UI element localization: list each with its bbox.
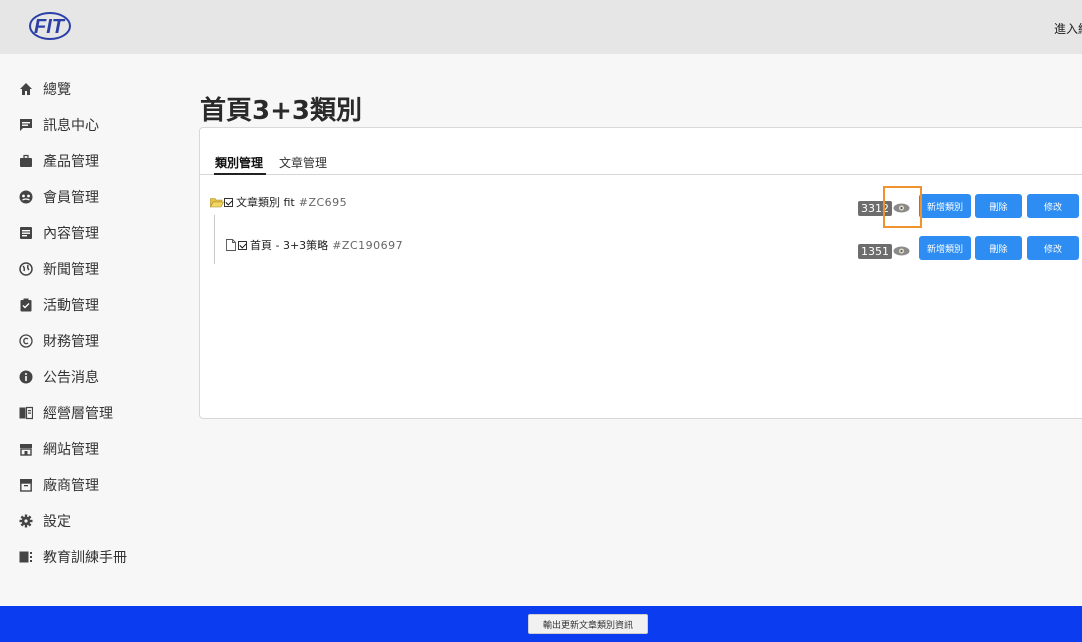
category-card: 類別管理 文章管理 文章類別 fit #ZC695 首頁 - 3+3策略 #ZC… xyxy=(199,127,1082,419)
sidebar-item-label: 廠商管理 xyxy=(43,478,99,494)
delete-button[interactable]: 刪除 xyxy=(975,236,1022,260)
copyright-icon xyxy=(19,334,33,348)
export-category-info-button[interactable]: 輸出更新文章類別資訊 xyxy=(528,614,648,634)
sidebar-item-label: 訊息中心 xyxy=(43,118,99,134)
sidebar-item-label: 教育訓練手冊 xyxy=(43,550,127,566)
book-icon xyxy=(19,406,33,420)
store-icon xyxy=(20,444,32,456)
delete-button[interactable]: 刪除 xyxy=(975,194,1022,218)
sidebar-item-messages[interactable]: 訊息中心 xyxy=(0,107,182,143)
archive-icon xyxy=(20,479,32,492)
briefcase-icon xyxy=(20,154,32,167)
sidebar-item-label: 設定 xyxy=(43,514,71,530)
clipboard-check-icon xyxy=(20,298,32,312)
tree-node-code: #ZC695 xyxy=(298,195,348,209)
sidebar-item-label: 總覽 xyxy=(43,82,71,98)
footer-bar: 輸出更新文章類別資訊 xyxy=(0,606,1082,642)
article-count-badge: 1351 xyxy=(858,244,892,259)
view-eye-icon[interactable] xyxy=(893,246,910,256)
add-category-button[interactable]: 新增類別 xyxy=(919,194,971,218)
sidebar-item-label: 網站管理 xyxy=(43,442,99,458)
sidebar-item-news[interactable]: 新聞管理 xyxy=(0,251,182,287)
active-tab-indicator xyxy=(214,173,266,175)
edit-button[interactable]: 修改 xyxy=(1027,236,1079,260)
add-category-button[interactable]: 新增類別 xyxy=(919,236,971,260)
sidebar-item-management[interactable]: 經營層管理 xyxy=(0,395,182,431)
main-content: 首頁3+3類別 類別管理 文章管理 文章類別 fit #ZC695 首頁 - 3… xyxy=(182,54,1082,606)
manual-icon xyxy=(19,551,32,563)
sidebar-item-finance[interactable]: 財務管理 xyxy=(0,323,182,359)
logo-text: FIT xyxy=(34,16,66,38)
tree-connector xyxy=(214,215,215,264)
gear-icon xyxy=(19,514,33,528)
sidebar-item-members[interactable]: 會員管理 xyxy=(0,179,182,215)
node-checkbox[interactable] xyxy=(224,197,233,207)
tree-node-label: 文章類別 fit xyxy=(236,196,295,209)
sidebar-item-label: 內容管理 xyxy=(43,226,99,242)
edit-button[interactable]: 修改 xyxy=(1027,194,1079,218)
tree-node-root[interactable]: 文章類別 fit #ZC695 xyxy=(210,194,347,210)
fit-logo[interactable]: FIT xyxy=(28,10,74,42)
sidebar-item-content[interactable]: 內容管理 xyxy=(0,215,182,251)
sidebar-item-label: 財務管理 xyxy=(43,334,99,350)
message-icon xyxy=(20,119,32,131)
enter-site-link[interactable]: 進入網站 xyxy=(1054,20,1082,37)
tree-node-child[interactable]: 首頁 - 3+3策略 #ZC190697 xyxy=(226,237,403,253)
sidebar-item-label: 會員管理 xyxy=(43,190,99,206)
highlight-annotation xyxy=(883,186,922,228)
sidebar-item-label: 活動管理 xyxy=(43,298,99,314)
node-checkbox[interactable] xyxy=(238,240,247,250)
tree-node-label: 首頁 - 3+3策略 xyxy=(250,239,329,252)
sidebar-item-label: 新聞管理 xyxy=(43,262,99,278)
tab-bar: 類別管理 文章管理 xyxy=(200,128,1082,175)
sidebar-item-training-manual[interactable]: 教育訓練手冊 xyxy=(0,539,182,575)
sidebar-item-vendors[interactable]: 廠商管理 xyxy=(0,467,182,503)
sidebar-item-events[interactable]: 活動管理 xyxy=(0,287,182,323)
info-icon xyxy=(19,370,33,384)
sidebar-item-website[interactable]: 網站管理 xyxy=(0,431,182,467)
sidebar-item-label: 公告消息 xyxy=(43,370,99,386)
sidebar-item-settings[interactable]: 設定 xyxy=(0,503,182,539)
sidebar-item-overview[interactable]: 總覽 xyxy=(0,71,182,107)
content-icon xyxy=(20,227,32,239)
globe-icon xyxy=(19,262,33,276)
sidebar-item-label: 經營層管理 xyxy=(43,406,113,422)
tree-node-code: #ZC190697 xyxy=(332,238,404,252)
folder-open-icon xyxy=(210,197,224,207)
member-icon xyxy=(19,190,33,204)
tab-category-management[interactable]: 類別管理 xyxy=(215,154,263,171)
page-title: 首頁3+3類別 xyxy=(200,96,362,126)
sidebar: 總覽 訊息中心 產品管理 會員管理 內容管理 新聞管理 活動管理 財務管理 公告… xyxy=(0,54,182,606)
sidebar-item-announcements[interactable]: 公告消息 xyxy=(0,359,182,395)
file-icon xyxy=(226,239,236,251)
home-icon xyxy=(20,83,32,95)
sidebar-item-products[interactable]: 產品管理 xyxy=(0,143,182,179)
top-bar: FIT 進入網站 xyxy=(0,0,1082,54)
sidebar-item-label: 產品管理 xyxy=(43,154,99,170)
tab-article-management[interactable]: 文章管理 xyxy=(279,154,327,171)
